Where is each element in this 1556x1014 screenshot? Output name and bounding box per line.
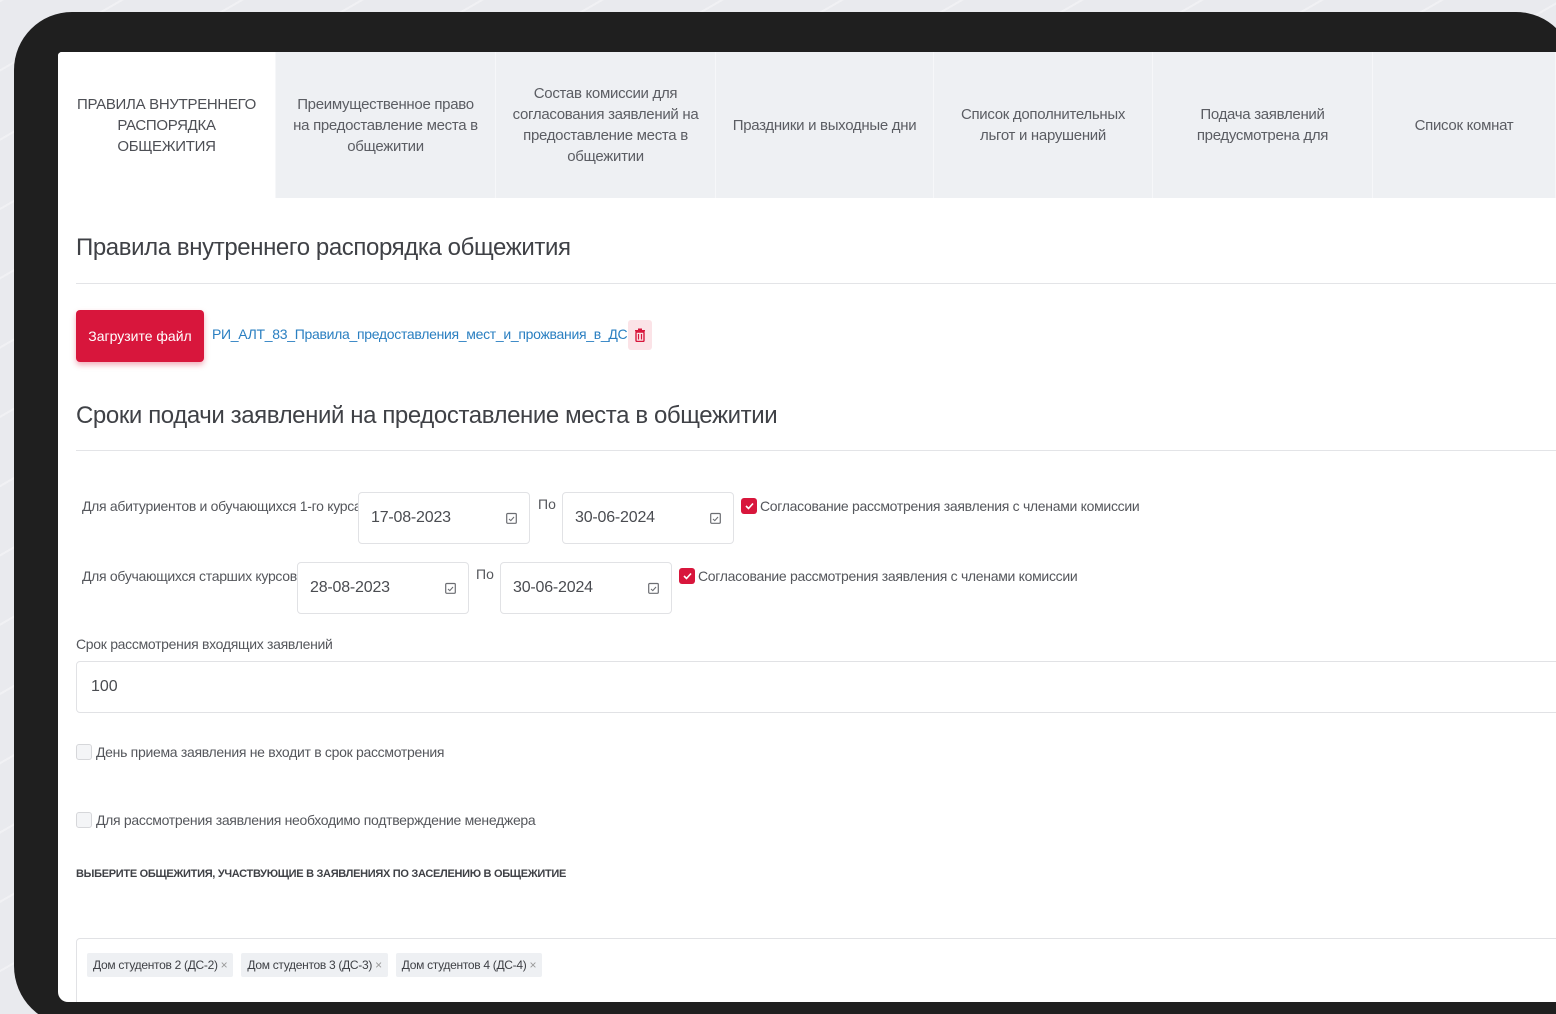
review-period-label: Срок рассмотрения входящих заявлений [76, 636, 333, 652]
rules-title: Правила внутреннего распорядка общежития [76, 234, 571, 261]
to-label: По [476, 566, 494, 582]
dorms-select-label: ВЫБЕРИТЕ ОБЩЕЖИТИЯ, УЧАСТВУЮЩИЕ В ЗАЯВЛЕ… [76, 868, 567, 880]
calendar-icon[interactable] [493, 512, 529, 524]
remove-tag-icon[interactable]: × [375, 958, 382, 972]
day-excluded-checkbox[interactable] [76, 744, 92, 760]
manager-confirm-label: Для рассмотрения заявления необходимо по… [96, 812, 536, 828]
divider [76, 283, 1556, 284]
remove-tag-icon[interactable]: × [529, 958, 536, 972]
divider [76, 450, 1556, 451]
review-period-input[interactable]: 100 [76, 661, 1556, 713]
remove-tag-icon[interactable]: × [221, 958, 228, 972]
tab-rules[interactable]: ПРАВИЛА ВНУТРЕННЕГО РАСПОРЯДКА ОБЩЕЖИТИЯ [58, 52, 276, 198]
first-year-label: Для абитуриентов и обучающихся 1-го курс… [82, 498, 366, 514]
dorm-tag: Дом студентов 3 (ДС-3) × [241, 953, 388, 977]
dorm-tag-label: Дом студентов 2 (ДС-2) [93, 958, 218, 972]
first-year-approval-label: Согласование рассмотрения заявления с чл… [760, 498, 1140, 514]
first-year-approval-checkbox[interactable] [741, 498, 757, 514]
senior-years-to-date[interactable]: 30-06-2024 [500, 562, 672, 614]
first-year-to-date[interactable]: 30-06-2024 [562, 492, 734, 544]
uploaded-file-link[interactable]: РИ_АЛТ_83_Правила_предоставления_мест_и_… [212, 326, 650, 342]
device-frame: ПРАВИЛА ВНУТРЕННЕГО РАСПОРЯДКА ОБЩЕЖИТИЯ… [14, 12, 1556, 1014]
tab-benefits[interactable]: Список дополнительных льгот и нарушений [934, 52, 1153, 198]
tab-holidays[interactable]: Праздники и выходные дни [716, 52, 934, 198]
date-value: 30-06-2024 [575, 509, 655, 526]
manager-confirm-checkbox[interactable] [76, 812, 92, 828]
senior-years-from-date[interactable]: 28-08-2023 [297, 562, 469, 614]
date-value: 30-06-2024 [513, 579, 593, 596]
to-label: По [538, 496, 556, 512]
dorm-tag-label: Дом студентов 4 (ДС-4) [401, 958, 527, 972]
tab-submission[interactable]: Подача заявлений предусмотрена для [1153, 52, 1373, 198]
senior-years-label: Для обучающихся старших курсов: [82, 568, 301, 584]
upload-file-button[interactable]: Загрузите файл [76, 310, 204, 362]
date-value: 28-08-2023 [310, 579, 390, 596]
tab-bar: ПРАВИЛА ВНУТРЕННЕГО РАСПОРЯДКА ОБЩЕЖИТИЯ… [58, 52, 1556, 198]
senior-years-approval-label: Согласование рассмотрения заявления с чл… [698, 568, 1078, 584]
tab-commission[interactable]: Состав комиссии для согласования заявлен… [496, 52, 716, 198]
senior-years-approval-checkbox[interactable] [679, 568, 695, 584]
dorm-tag: Дом студентов 4 (ДС-4) × [395, 953, 543, 977]
tab-rooms[interactable]: Список комнат [1373, 52, 1556, 198]
tab-priority-right[interactable]: Преимущественное право на предоставление… [276, 52, 496, 198]
dorm-tag: Дом студентов 2 (ДС-2) × [87, 953, 234, 977]
delete-file-icon[interactable] [628, 320, 652, 350]
date-value: 17-08-2023 [371, 509, 451, 526]
calendar-icon[interactable] [697, 512, 733, 524]
deadlines-title: Сроки подачи заявлений на предоставление… [76, 402, 778, 429]
calendar-icon[interactable] [635, 582, 671, 594]
calendar-icon[interactable] [432, 582, 468, 594]
dorm-tag-label: Дом студентов 3 (ДС-3) [247, 958, 373, 972]
day-excluded-label: День приема заявления не входит в срок р… [96, 744, 445, 760]
first-year-from-date[interactable]: 17-08-2023 [358, 492, 530, 544]
app-screen: ПРАВИЛА ВНУТРЕННЕГО РАСПОРЯДКА ОБЩЕЖИТИЯ… [58, 52, 1556, 1002]
dorms-multiselect[interactable]: Дом студентов 2 (ДС-2) × Дом студентов 3 … [76, 938, 1556, 1002]
